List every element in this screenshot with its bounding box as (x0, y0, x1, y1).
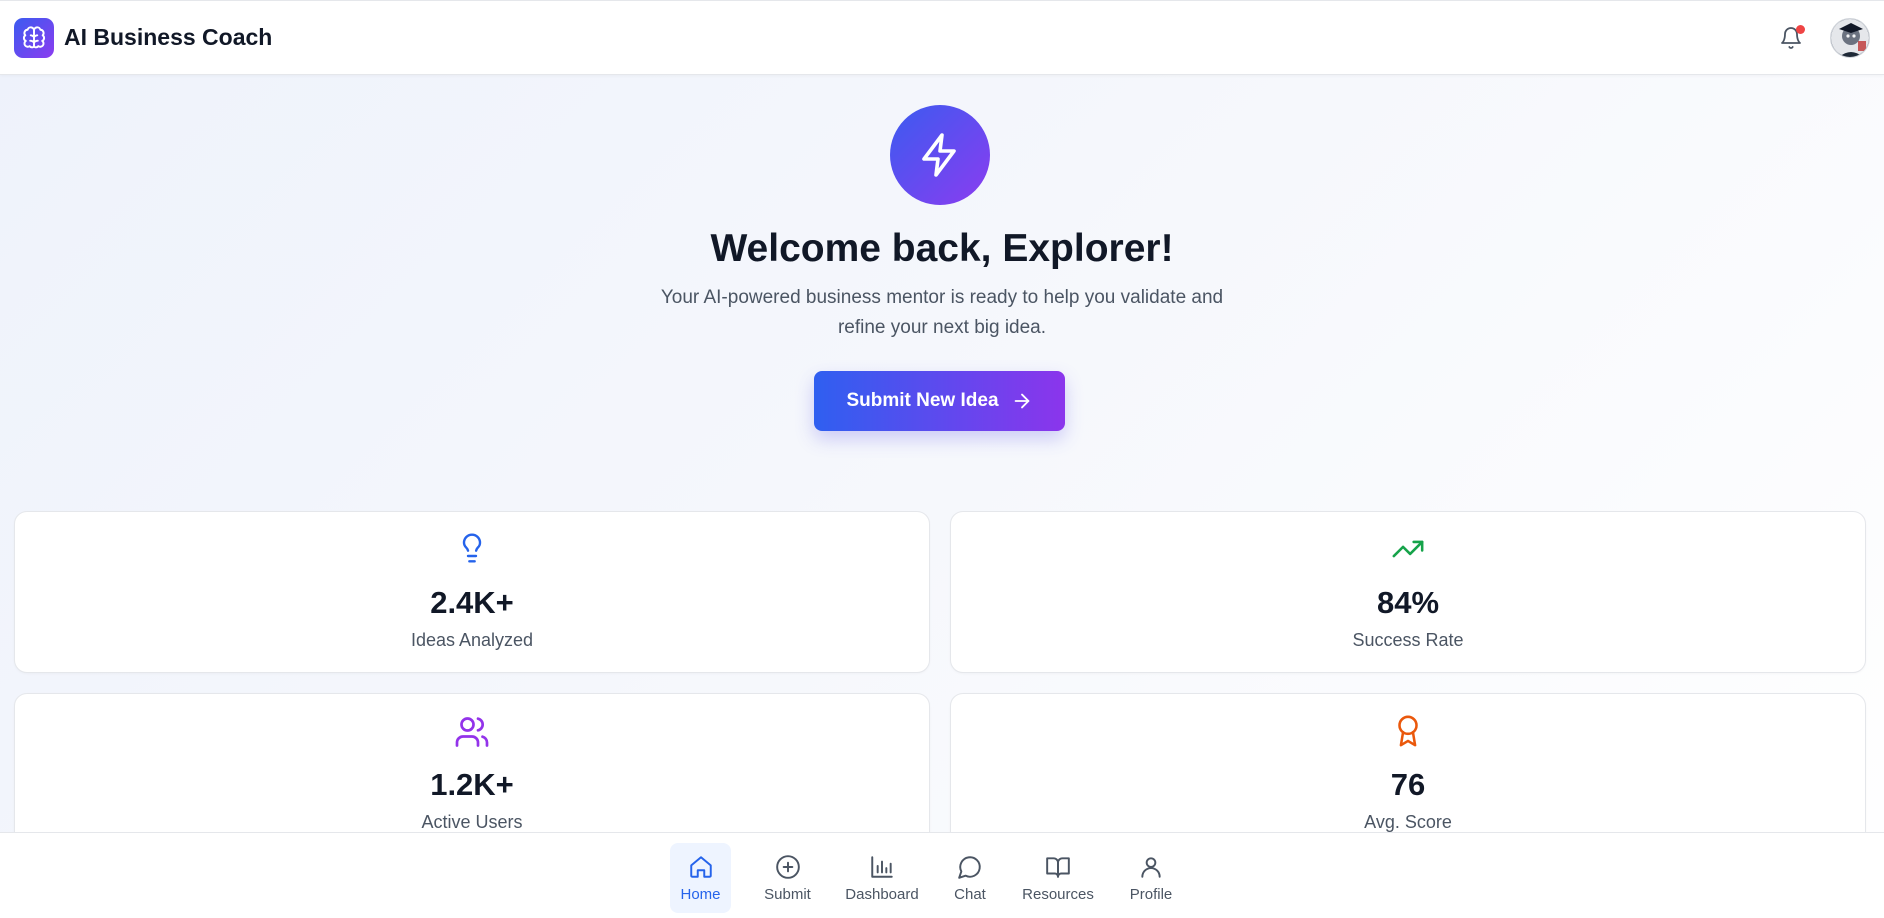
nav-label: Profile (1129, 885, 1173, 903)
stat-value: 1.2K+ (430, 767, 514, 802)
nav-label: Dashboard (845, 885, 919, 903)
trending-up-icon (1392, 540, 1424, 558)
stat-label: Avg. Score (1364, 812, 1452, 832)
nav-label: Home (680, 885, 721, 903)
submit-new-idea-button[interactable]: Submit New Idea (814, 371, 1065, 431)
avatar-image-icon (1831, 18, 1869, 57)
bottom-nav: Home Submit Dashboard Chat Resources Pro… (0, 832, 1884, 918)
nav-label: Chat (954, 885, 986, 903)
nav-label: Resources (1022, 885, 1094, 903)
stat-card-avg-score: 76 Avg. Score (950, 693, 1866, 855)
stat-card-active-users: 1.2K+ Active Users (14, 693, 930, 855)
stat-card-success-rate: 84% Success Rate (950, 511, 1866, 673)
stat-label: Ideas Analyzed (410, 630, 534, 650)
header-actions (1776, 17, 1870, 58)
message-circle-icon (958, 855, 981, 879)
lightbulb-icon (462, 533, 482, 563)
brain-icon (14, 17, 54, 58)
award-icon (1398, 715, 1418, 747)
brand[interactable]: AI Business Coach (14, 17, 273, 58)
nav-item-submit[interactable]: Submit (757, 843, 818, 913)
home-icon (689, 855, 712, 878)
user-avatar[interactable] (1830, 17, 1870, 58)
arrow-right-icon (1014, 393, 1029, 409)
book-open-icon (1046, 856, 1070, 878)
stat-label: Success Rate (1352, 630, 1464, 650)
bar-chart-icon (871, 855, 893, 878)
welcome-title: Welcome back, Explorer! (710, 227, 1174, 270)
users-icon (455, 717, 489, 747)
notifications-button[interactable] (1776, 23, 1806, 53)
submit-new-idea-label: Submit New Idea (846, 390, 999, 411)
nav-item-profile[interactable]: Profile (1124, 843, 1178, 913)
stat-value: 2.4K+ (430, 585, 514, 620)
notification-dot (1796, 24, 1805, 34)
stat-value: 76 (1390, 767, 1426, 802)
nav-label: Submit (764, 885, 811, 903)
lightning-icon (890, 105, 990, 205)
stat-card-ideas-analyzed: 2.4K+ Ideas Analyzed (14, 511, 930, 673)
user-icon (1141, 856, 1161, 878)
welcome-subtitle: Your AI-powered business mentor is ready… (660, 287, 1224, 338)
nav-item-dashboard[interactable]: Dashboard (842, 843, 922, 913)
nav-item-chat[interactable]: Chat (948, 843, 992, 913)
stat-value: 84% (1376, 585, 1440, 620)
app-root: AI Business Coach Welcome back, Explorer… (0, 0, 1884, 918)
nav-item-resources[interactable]: Resources (1020, 843, 1096, 913)
app-title: AI Business Coach (64, 24, 273, 50)
nav-item-home[interactable]: Home (670, 843, 731, 913)
plus-circle-icon (775, 854, 800, 879)
top-header: AI Business Coach (0, 0, 1884, 75)
stat-label: Active Users (421, 812, 523, 832)
